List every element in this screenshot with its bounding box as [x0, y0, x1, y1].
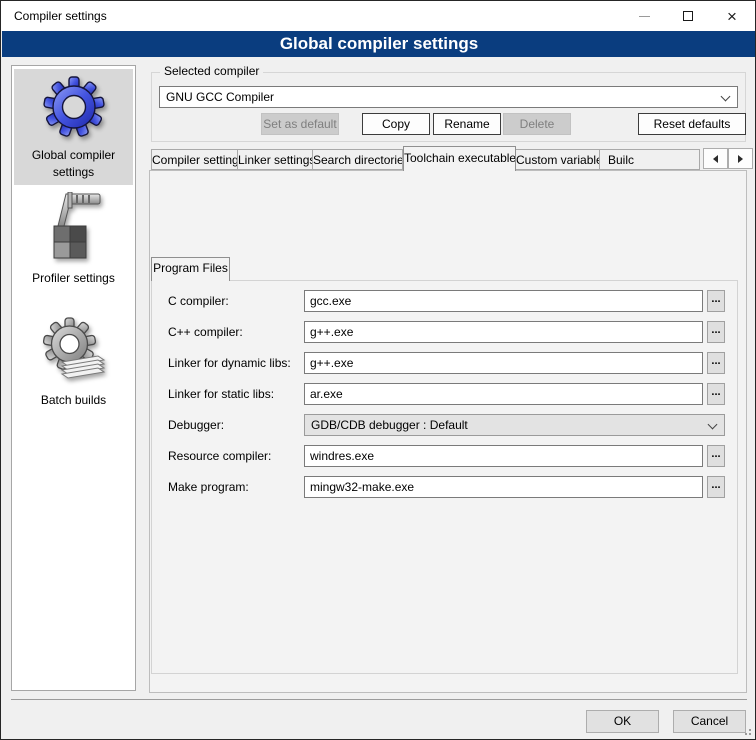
make-program-label: Make program: [168, 476, 303, 498]
copy-button[interactable]: Copy [362, 113, 430, 135]
rename-button[interactable]: Rename [433, 113, 501, 135]
linker-dynamic-browse-button[interactable]: ... [707, 352, 725, 374]
caliper-icon [42, 192, 106, 264]
sidebar-item-label: Global compiler settings [14, 147, 133, 181]
gear-stack-icon [40, 316, 108, 384]
arrow-left-icon [713, 155, 718, 163]
subtab-program-files[interactable]: Program Files [151, 257, 230, 281]
selected-compiler-dropdown[interactable]: GNU GCC Compiler [159, 86, 738, 108]
linker-static-label: Linker for static libs: [168, 383, 303, 405]
make-program-browse-button[interactable]: ... [707, 476, 725, 498]
linker-static-input[interactable] [304, 383, 703, 405]
resource-compiler-input[interactable] [304, 445, 703, 467]
maximize-icon [683, 11, 693, 21]
cpp-compiler-label: C++ compiler: [168, 321, 303, 343]
debugger-label: Debugger: [168, 414, 303, 436]
c-compiler-input[interactable] [304, 290, 703, 312]
resource-compiler-browse-button[interactable]: ... [707, 445, 725, 467]
minimize-icon [639, 16, 650, 17]
reset-defaults-button[interactable]: Reset defaults [638, 113, 746, 135]
cpp-compiler-browse-button[interactable]: ... [707, 321, 725, 343]
c-compiler-browse-button[interactable]: ... [707, 290, 725, 312]
sidebar-item-batch-builds[interactable]: Batch builds [14, 316, 133, 412]
tab-linker-settings[interactable]: Linker settings [238, 149, 313, 170]
sidebar-item-label: Batch builds [14, 392, 133, 409]
compiler-settings-window: Compiler settings × Global compiler sett… [0, 0, 756, 740]
tab-compiler-settings[interactable]: Compiler settings [151, 149, 238, 170]
sidebar-item-label: Profiler settings [14, 270, 133, 287]
group-label: Selected compiler [160, 64, 263, 78]
make-program-input[interactable] [304, 476, 703, 498]
chevron-down-icon [708, 420, 718, 430]
footer-divider [11, 699, 747, 700]
tab-scroll-left-button[interactable] [703, 148, 728, 169]
close-button[interactable]: × [709, 1, 755, 31]
resource-compiler-label: Resource compiler: [168, 445, 303, 467]
titlebar[interactable]: Compiler settings × [1, 1, 755, 31]
debugger-value: GDB/CDB debugger : Default [311, 418, 468, 432]
resize-grip[interactable] [743, 727, 751, 735]
c-compiler-label: C compiler: [168, 290, 303, 312]
close-icon: × [727, 8, 737, 25]
cpp-compiler-input[interactable] [304, 321, 703, 343]
blue-gear-icon [42, 75, 106, 139]
linker-dynamic-label: Linker for dynamic libs: [168, 352, 303, 374]
maximize-button[interactable] [665, 1, 711, 31]
linker-static-browse-button[interactable]: ... [707, 383, 725, 405]
cancel-button[interactable]: Cancel [673, 710, 746, 733]
tab-scroll-right-button[interactable] [728, 148, 753, 169]
arrow-right-icon [738, 155, 743, 163]
linker-dynamic-input[interactable] [304, 352, 703, 374]
chevron-down-icon [721, 92, 731, 102]
sidebar-item-global-compiler-settings[interactable]: Global compiler settings [14, 69, 133, 185]
delete-button[interactable]: Delete [503, 113, 571, 135]
minimize-button[interactable] [621, 1, 667, 31]
tab-toolchain-executables[interactable]: Toolchain executables [403, 146, 516, 171]
tab-search-directories[interactable]: Search directories [313, 149, 403, 170]
settings-category-sidebar: Global compiler settings [11, 65, 136, 691]
set-as-default-button[interactable]: Set as default [261, 113, 339, 135]
page-title: Global compiler settings [2, 31, 756, 57]
sidebar-item-profiler-settings[interactable]: Profiler settings [14, 192, 133, 292]
tab-build-options-truncated[interactable]: Builc [600, 149, 700, 170]
debugger-dropdown[interactable]: GDB/CDB debugger : Default [304, 414, 725, 436]
tab-custom-variables[interactable]: Custom variables [516, 149, 600, 170]
window-title: Compiler settings [14, 9, 107, 23]
ok-button[interactable]: OK [586, 710, 659, 733]
selected-compiler-value: GNU GCC Compiler [166, 90, 274, 104]
